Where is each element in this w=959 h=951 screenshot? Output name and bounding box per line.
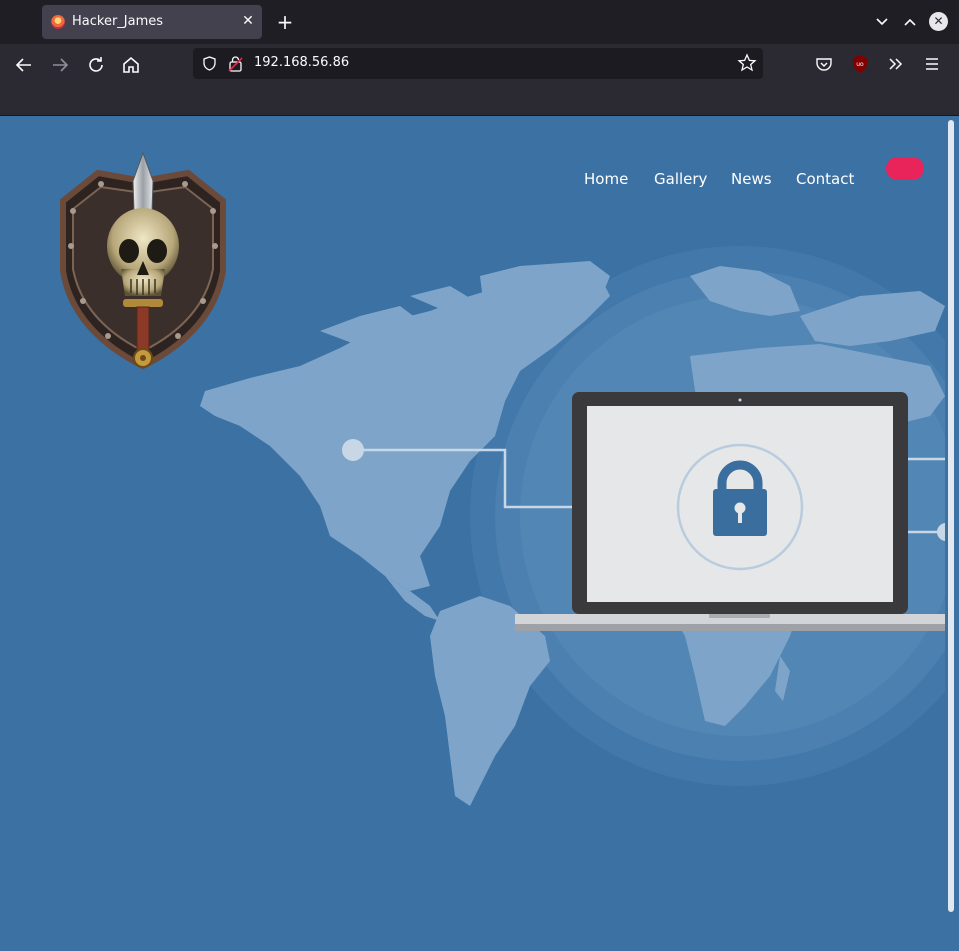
skull-shield-logo[interactable] bbox=[53, 151, 233, 386]
new-tab-button[interactable]: + bbox=[274, 11, 296, 33]
bookmark-star-icon[interactable] bbox=[737, 53, 757, 73]
ublock-origin-icon[interactable]: uo bbox=[850, 54, 870, 74]
insecure-lock-icon[interactable] bbox=[228, 55, 243, 72]
arrow-left-icon bbox=[15, 58, 31, 72]
navigation-toolbar: 192.168.56.86 uo bbox=[0, 44, 959, 85]
back-button[interactable] bbox=[12, 53, 36, 77]
tab-strip: Hacker_James ✕ + ✕ bbox=[0, 0, 959, 44]
address-bar[interactable]: 192.168.56.86 bbox=[193, 48, 763, 79]
bookmarks-toolbar bbox=[0, 85, 959, 116]
reload-button[interactable] bbox=[84, 53, 108, 77]
home-icon bbox=[123, 56, 139, 73]
reload-icon bbox=[89, 57, 103, 72]
maximize-button[interactable] bbox=[900, 12, 920, 32]
chevron-up-icon bbox=[904, 18, 916, 26]
pocket-icon[interactable] bbox=[814, 54, 834, 74]
connector-node bbox=[342, 439, 364, 461]
firefox-favicon-icon bbox=[51, 15, 65, 29]
svg-text:uo: uo bbox=[856, 61, 864, 68]
page-scrollbar[interactable] bbox=[945, 116, 959, 951]
home-button[interactable] bbox=[119, 53, 143, 77]
nav-link-news[interactable]: News bbox=[731, 170, 772, 188]
nav-link-contact[interactable]: Contact bbox=[796, 170, 854, 188]
nav-link-gallery[interactable]: Gallery bbox=[654, 170, 707, 188]
minimize-button[interactable] bbox=[872, 12, 892, 32]
scrollbar-thumb[interactable] bbox=[948, 120, 954, 912]
url-text[interactable]: 192.168.56.86 bbox=[254, 55, 349, 70]
arrow-right-icon bbox=[53, 58, 69, 72]
active-tab[interactable]: Hacker_James ✕ bbox=[42, 5, 262, 39]
tab-title: Hacker_James bbox=[72, 14, 164, 29]
window-close-button[interactable]: ✕ bbox=[929, 12, 948, 31]
tab-close-icon[interactable]: ✕ bbox=[238, 11, 258, 31]
extensions-overflow-icon[interactable] bbox=[886, 54, 906, 74]
cta-pill-button[interactable] bbox=[886, 157, 924, 180]
chevron-down-icon bbox=[876, 18, 888, 26]
hamburger-menu-icon[interactable] bbox=[922, 54, 942, 74]
tracking-shield-icon[interactable] bbox=[202, 56, 217, 71]
nav-link-home[interactable]: Home bbox=[584, 170, 628, 188]
web-page: Home Gallery News Contact bbox=[0, 116, 959, 951]
forward-button[interactable] bbox=[48, 53, 72, 77]
